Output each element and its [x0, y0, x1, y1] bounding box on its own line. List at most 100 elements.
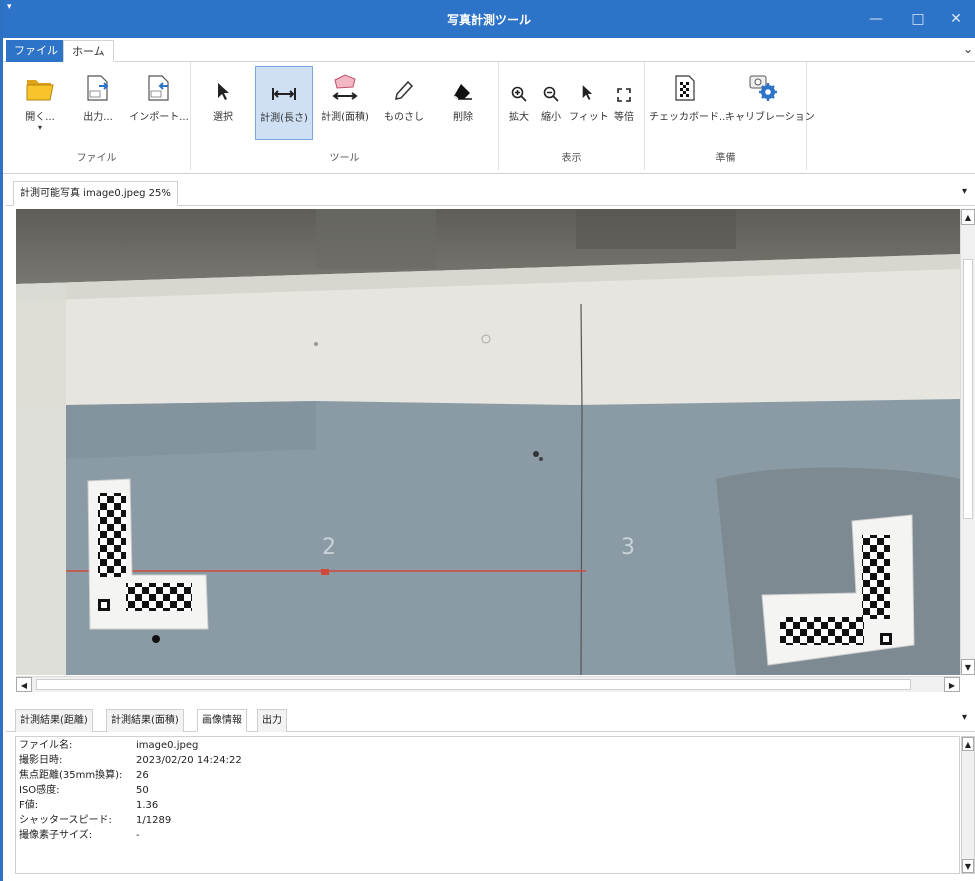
ribbon-collapse-icon[interactable]: ⌄ [963, 42, 973, 56]
ribbon-group-file: 開く... ▾ 出力... インポート... ファイル [3, 62, 191, 170]
calibration-label: キャリブレーション [725, 112, 815, 123]
info-key: F値: [19, 800, 39, 811]
minimize-button[interactable]: — [861, 8, 891, 30]
measure-area-button[interactable]: 計測(面積) [317, 66, 373, 140]
info-value: 2023/02/20 14:24:22 [136, 755, 242, 766]
ruler-pencil-icon [381, 66, 427, 102]
image-info-panel: ファイル名: image0.jpeg 撮影日時: 2023/02/20 14:2… [15, 736, 960, 874]
tab-area-results[interactable]: 計測結果(面積) [106, 709, 184, 732]
actual-size-icon [609, 66, 639, 102]
fit-cursor-icon [569, 66, 605, 102]
viewport-horizontal-scrollbar[interactable]: ◀ ▶ [16, 676, 960, 692]
scroll-right-icon[interactable]: ▶ [944, 677, 960, 692]
bottom-tab-row: 計測結果(距離) 計測結果(面積) 画像情報 出力 ▾ [6, 706, 975, 732]
info-vertical-scrollbar[interactable]: ▲ ▼ [961, 736, 975, 874]
info-value: 1/1289 [136, 815, 172, 826]
select-tool-label: 選択 [213, 112, 233, 123]
delete-label: 削除 [453, 112, 473, 123]
ruler-button[interactable]: ものさし [381, 66, 427, 140]
chalk-mark-3: 3 [621, 535, 635, 560]
bottom-pin-icon[interactable]: ▾ [962, 712, 967, 723]
scroll-left-icon[interactable]: ◀ [16, 677, 32, 692]
ribbon-group-view-label: 表示 [561, 153, 582, 164]
zoom-in-label: 拡大 [509, 112, 529, 123]
info-key: ファイル名: [19, 740, 73, 751]
ribbon-group-view: 拡大 縮小 フィット 等倍 表示 [499, 62, 645, 170]
ribbon-group-prep: チェッカボード... キャリブレーション 準備 [645, 62, 815, 170]
info-key: ISO感度: [19, 785, 60, 796]
zoom-out-icon [537, 66, 565, 102]
open-button-label: 開く... [25, 112, 55, 123]
ribbon-group-file-label: ファイル [76, 153, 117, 164]
import-button-label: インポート... [129, 112, 189, 123]
tab-distance-results[interactable]: 計測結果(距離) [15, 709, 93, 732]
zoom-in-button[interactable]: 拡大 [505, 66, 533, 140]
document-tab[interactable]: 計測可能写真 image0.jpeg 25% [13, 181, 178, 206]
ribbon-group-prep-label: 準備 [715, 153, 736, 164]
fit-button[interactable]: フィット [569, 66, 609, 140]
select-tool-button[interactable]: 選択 [203, 66, 243, 140]
viewport-horizontal-thumb[interactable] [36, 679, 911, 690]
measure-length-icon [256, 67, 312, 103]
import-icon [129, 66, 189, 102]
viewport-vertical-scrollbar[interactable]: ▲ ▼ [960, 209, 975, 675]
measure-length-button[interactable]: 計測(長さ) [255, 66, 313, 140]
scroll-down-icon[interactable]: ▼ [961, 659, 975, 675]
eraser-icon [443, 66, 483, 102]
fit-label: フィット [569, 112, 609, 123]
info-value: 1.36 [136, 800, 159, 811]
measure-area-icon [317, 66, 373, 102]
viewport-vertical-thumb[interactable] [963, 259, 973, 519]
info-value: 50 [136, 785, 149, 796]
info-key: 焦点距離(35mm換算): [19, 770, 123, 781]
chalk-mark-2: 2 [322, 535, 336, 560]
zoom-out-button[interactable]: 縮小 [537, 66, 565, 140]
info-scroll-down-icon[interactable]: ▼ [962, 859, 974, 873]
open-dropdown-icon[interactable]: ▾ [15, 123, 65, 132]
zoom-out-label: 縮小 [541, 112, 561, 123]
tab-output[interactable]: 出力 [257, 709, 287, 732]
tab-image-info[interactable]: 画像情報 [197, 709, 247, 732]
document-pin-icon[interactable]: ▾ [962, 186, 967, 197]
close-button[interactable]: ✕ [941, 8, 971, 30]
info-value: image0.jpeg [136, 740, 199, 751]
calibration-button[interactable]: キャリブレーション [725, 66, 815, 140]
info-key: 撮影日時: [19, 755, 63, 766]
window-title: 写真計測ツール [446, 13, 531, 27]
ribbon-group-tool: 選択 計測(長さ) 計測(面積) ものさし 削除 ツール [191, 62, 499, 170]
info-key: シャッタースピード: [19, 815, 112, 826]
measure-area-label: 計測(面積) [321, 112, 369, 123]
tab-file[interactable]: ファイル [6, 40, 66, 62]
maximize-button[interactable]: □ [903, 8, 933, 30]
info-value: 26 [136, 770, 149, 781]
photo-viewport[interactable]: 2 3 [16, 209, 960, 675]
import-button[interactable]: インポート... [129, 66, 189, 140]
open-button[interactable]: 開く... ▾ [15, 66, 65, 140]
measurement-photo: 2 3 [16, 209, 960, 675]
ribbon-tab-row: ファイル ホーム ⌄ [3, 38, 975, 62]
ribbon-group-tool-label: ツール [329, 153, 360, 164]
delete-button[interactable]: 削除 [443, 66, 483, 140]
export-button[interactable]: 出力... [73, 66, 123, 140]
checkerboard-button[interactable]: チェッカボード... [649, 66, 729, 140]
info-value: - [136, 830, 140, 841]
info-scroll-up-icon[interactable]: ▲ [962, 737, 974, 751]
document-tab-row: 計測可能写真 image0.jpeg 25% ▾ [6, 180, 975, 206]
cursor-icon [203, 66, 243, 102]
tab-home[interactable]: ホーム [63, 40, 114, 62]
export-icon [73, 66, 123, 102]
export-button-label: 出力... [83, 112, 113, 123]
info-key: 撮像素子サイズ: [19, 830, 93, 841]
app-window: ▾ 写真計測ツール — □ ✕ ファイル ホーム ⌄ 開く... ▾ 出力...… [0, 0, 975, 881]
actual-size-button[interactable]: 等倍 [609, 66, 639, 140]
ruler-label: ものさし [384, 112, 424, 123]
ribbon: 開く... ▾ 出力... インポート... ファイル 選択 計測(長さ) 計測… [3, 62, 975, 174]
actual-size-label: 等倍 [614, 112, 634, 123]
scroll-up-icon[interactable]: ▲ [961, 209, 975, 225]
zoom-in-icon [505, 66, 533, 102]
calibration-gear-icon [725, 66, 801, 102]
title-bar: ▾ 写真計測ツール — □ ✕ [3, 0, 975, 38]
measure-length-label: 計測(長さ) [260, 113, 308, 124]
folder-open-icon [15, 66, 65, 102]
checkerboard-label: チェッカボード... [649, 112, 729, 123]
